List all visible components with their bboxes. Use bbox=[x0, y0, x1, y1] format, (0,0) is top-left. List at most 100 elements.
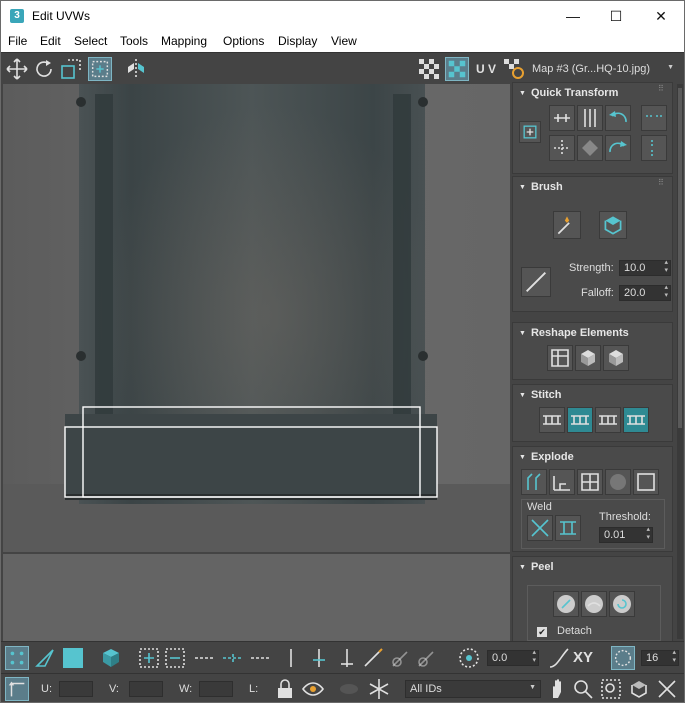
shrink-ring-icon[interactable] bbox=[335, 646, 359, 670]
pan-hand-icon[interactable] bbox=[545, 677, 569, 701]
vertex-mode-icon[interactable] bbox=[5, 646, 29, 670]
panel-title-explode[interactable]: Explode bbox=[519, 451, 574, 463]
paint-shrink-icon[interactable] bbox=[415, 646, 439, 670]
menu-view[interactable]: View bbox=[331, 34, 357, 48]
rotate-ccw-icon[interactable] bbox=[605, 105, 631, 131]
absolute-offset-icon[interactable] bbox=[5, 677, 29, 701]
flatten-icon[interactable] bbox=[549, 469, 575, 495]
face-mode-icon[interactable] bbox=[61, 646, 85, 670]
align-corner-icon[interactable] bbox=[549, 135, 575, 161]
panel-title-stitch[interactable]: Stitch bbox=[519, 389, 562, 401]
stitch-to-target-icon[interactable] bbox=[567, 407, 593, 433]
uv-editor-lower-area[interactable] bbox=[3, 554, 510, 641]
set-pivot-icon[interactable] bbox=[519, 121, 541, 143]
flatten-by-polygon-icon[interactable] bbox=[605, 469, 631, 495]
panel-title-quick-transform[interactable]: Quick Transform bbox=[519, 87, 618, 99]
zoom-region-icon[interactable] bbox=[599, 677, 623, 701]
v-field[interactable] bbox=[129, 681, 163, 697]
edge-distance-spinner[interactable]: 16 bbox=[641, 649, 679, 666]
brush-size-icon[interactable] bbox=[521, 267, 551, 297]
threshold-spinner[interactable]: 0.01 bbox=[599, 526, 653, 543]
uv-editor-viewport[interactable] bbox=[3, 84, 510, 552]
straighten-icon[interactable] bbox=[577, 135, 603, 161]
edge-mode-icon[interactable] bbox=[33, 646, 57, 670]
checker-pattern-icon[interactable] bbox=[417, 57, 441, 81]
shrink-selection-icon[interactable] bbox=[163, 646, 187, 670]
freeform-mode-icon[interactable] bbox=[88, 57, 112, 81]
stitch-custom-icon[interactable] bbox=[539, 407, 565, 433]
map-select[interactable]: Map #3 (Gr...HQ-10.jpg) bbox=[528, 61, 678, 79]
ring-selection-icon[interactable] bbox=[279, 646, 303, 670]
menu-tools[interactable]: Tools bbox=[120, 34, 148, 48]
w-field[interactable] bbox=[199, 681, 233, 697]
shrink-loop-icon[interactable] bbox=[249, 646, 273, 670]
align-horizontal-icon[interactable] bbox=[549, 105, 575, 131]
break-icon[interactable] bbox=[521, 469, 547, 495]
zoom-icon[interactable] bbox=[571, 677, 595, 701]
lock-selection-icon[interactable] bbox=[273, 677, 297, 701]
texture-settings-icon[interactable] bbox=[502, 57, 526, 81]
peel-mode-icon[interactable] bbox=[581, 591, 607, 617]
material-ids-select[interactable]: All IDs bbox=[405, 680, 541, 698]
display-icon[interactable] bbox=[337, 677, 361, 701]
weld-all-icon[interactable] bbox=[555, 515, 581, 541]
menu-options[interactable]: Options bbox=[223, 34, 264, 48]
menu-mapping[interactable]: Mapping bbox=[161, 34, 207, 48]
panel-title-peel[interactable]: Peel bbox=[519, 561, 554, 573]
rotate-icon[interactable] bbox=[32, 57, 56, 81]
loop-selection-icon[interactable] bbox=[193, 646, 217, 670]
scale-icon[interactable] bbox=[59, 57, 83, 81]
space-vertical-icon[interactable] bbox=[641, 135, 667, 161]
xy-space-toggle[interactable]: XY bbox=[573, 646, 603, 670]
relax-icon[interactable] bbox=[575, 345, 601, 371]
space-horizontal-icon[interactable] bbox=[641, 105, 667, 131]
detach-edge-icon[interactable] bbox=[577, 469, 603, 495]
stitch-to-source-icon[interactable] bbox=[623, 407, 649, 433]
flatten-by-smoothing-icon[interactable] bbox=[633, 469, 659, 495]
align-vertical-icon[interactable] bbox=[577, 105, 603, 131]
scrollbar-thumb[interactable] bbox=[678, 88, 682, 428]
maximize-button[interactable]: ☐ bbox=[593, 1, 639, 31]
relax-brush-icon[interactable] bbox=[599, 211, 627, 239]
grow-loop-icon[interactable] bbox=[221, 646, 245, 670]
grow-selection-icon[interactable] bbox=[137, 646, 161, 670]
quick-peel-icon[interactable] bbox=[553, 591, 579, 617]
sidebar-scrollbar[interactable] bbox=[677, 84, 683, 639]
soft-selection-icon[interactable] bbox=[457, 646, 481, 670]
stitch-average-icon[interactable] bbox=[595, 407, 621, 433]
zoom-selected-icon[interactable] bbox=[655, 677, 679, 701]
drag-handle-icon[interactable]: ⠿ bbox=[658, 85, 664, 95]
mirror-icon[interactable] bbox=[124, 57, 148, 81]
falloff-curve-icon[interactable] bbox=[547, 646, 571, 670]
panel-title-reshape[interactable]: Reshape Elements bbox=[519, 327, 629, 339]
show-map-icon[interactable] bbox=[445, 57, 469, 81]
strength-spinner[interactable]: 10.0 bbox=[619, 259, 671, 276]
uv-toggle[interactable]: U V bbox=[473, 57, 499, 81]
weld-selected-icon[interactable] bbox=[527, 515, 553, 541]
falloff-spinner[interactable]: 20.0 bbox=[619, 284, 671, 301]
detach-checkbox[interactable]: ✔ bbox=[537, 627, 547, 637]
menu-select[interactable]: Select bbox=[74, 34, 107, 48]
paint-select-icon[interactable] bbox=[361, 646, 385, 670]
relax-settings-icon[interactable] bbox=[603, 345, 629, 371]
rotate-cw-icon[interactable] bbox=[605, 135, 631, 161]
soft-selection-falloff-spinner[interactable]: 0.0 bbox=[487, 649, 539, 666]
element-mode-icon[interactable] bbox=[99, 646, 123, 670]
paint-move-icon[interactable] bbox=[553, 211, 581, 239]
menu-edit[interactable]: Edit bbox=[40, 34, 61, 48]
edge-distance-icon[interactable] bbox=[611, 646, 635, 670]
minimize-button[interactable]: — bbox=[550, 1, 596, 31]
menu-display[interactable]: Display bbox=[278, 34, 317, 48]
freeze-icon[interactable] bbox=[367, 677, 391, 701]
move-icon[interactable] bbox=[5, 57, 29, 81]
close-button[interactable]: ✕ bbox=[638, 1, 684, 31]
straighten-selection-icon[interactable] bbox=[547, 345, 573, 371]
drag-handle-icon[interactable]: ⠿ bbox=[658, 179, 664, 189]
reset-peel-icon[interactable] bbox=[609, 591, 635, 617]
u-field[interactable] bbox=[59, 681, 93, 697]
paint-grow-icon[interactable] bbox=[389, 646, 413, 670]
grow-ring-icon[interactable] bbox=[307, 646, 331, 670]
hide-show-icon[interactable] bbox=[301, 677, 325, 701]
zoom-extents-icon[interactable] bbox=[627, 677, 651, 701]
panel-title-brush[interactable]: Brush bbox=[519, 181, 563, 193]
